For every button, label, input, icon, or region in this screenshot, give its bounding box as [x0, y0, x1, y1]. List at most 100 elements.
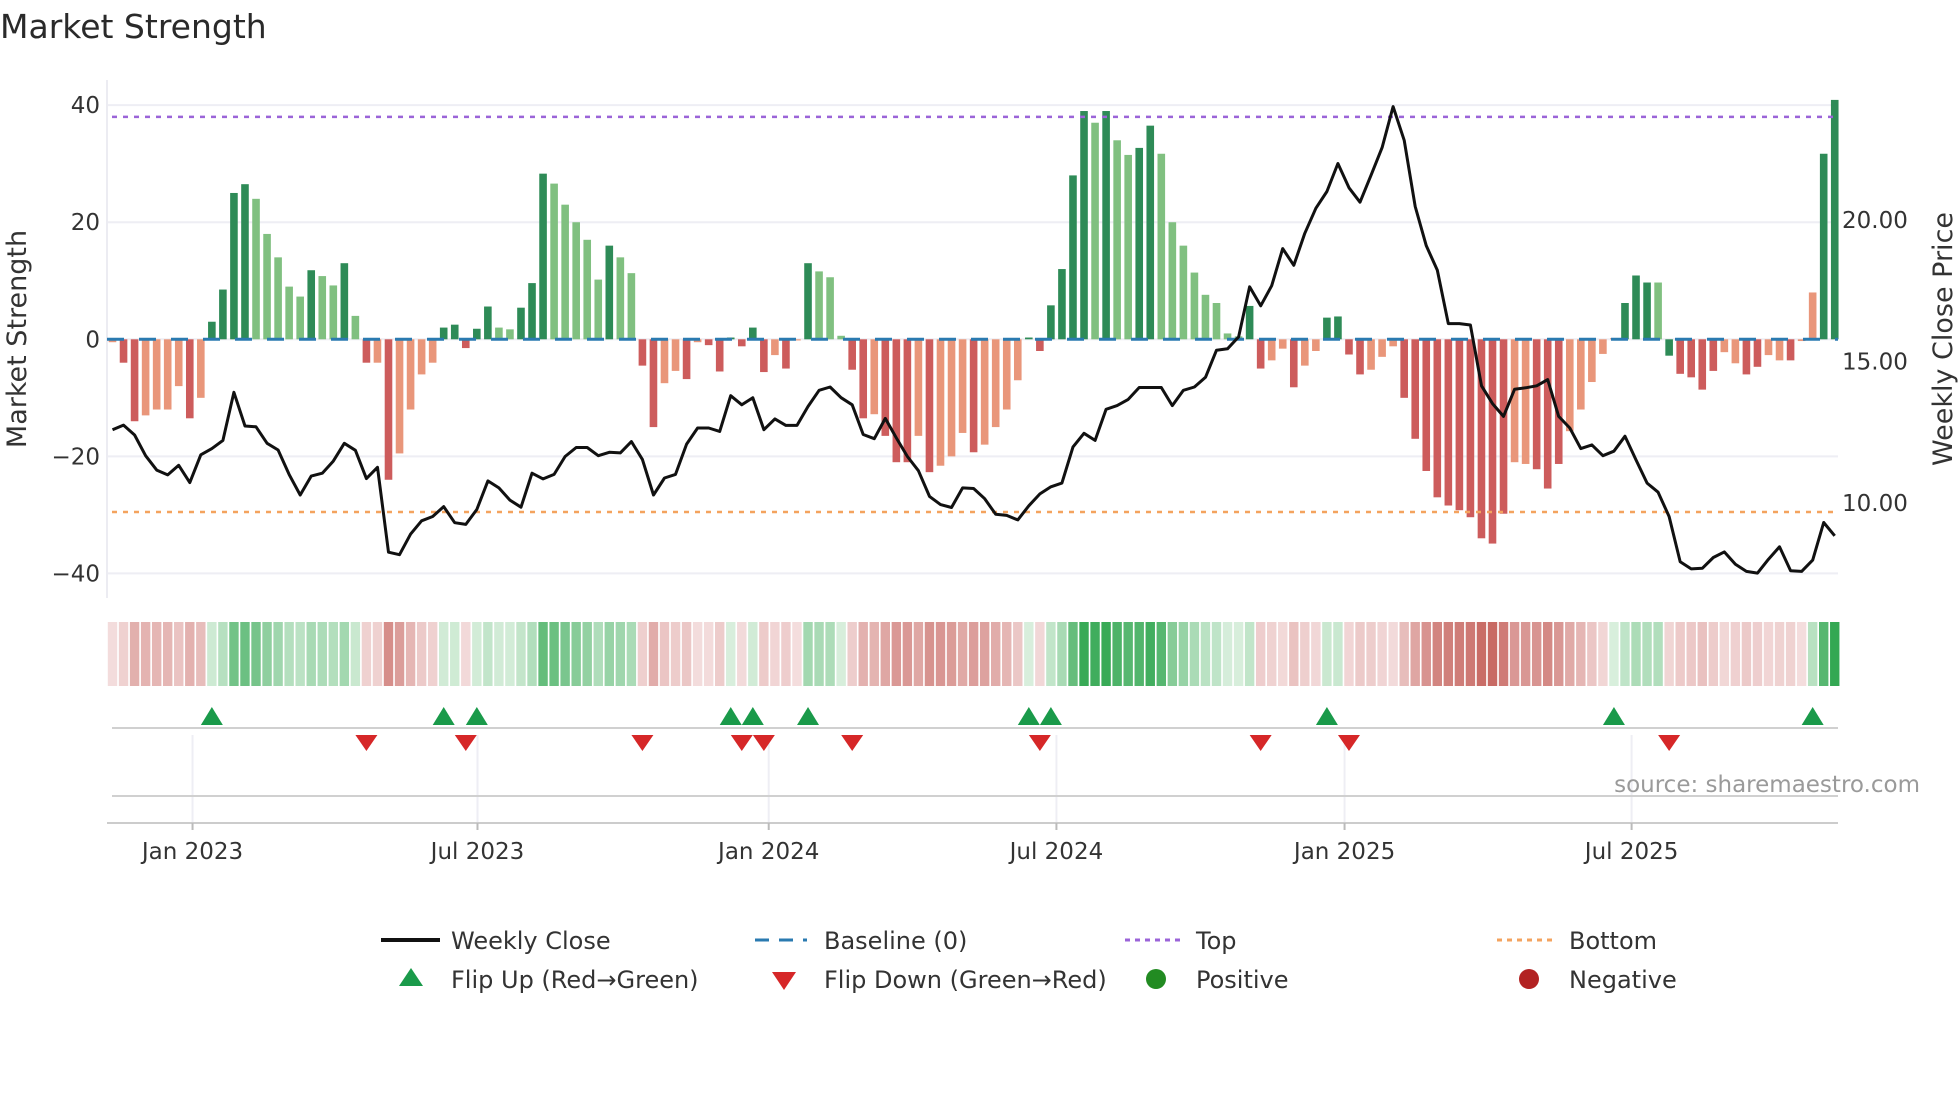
- legend: Weekly Close Baseline (0) Top Bottom Fli…: [381, 927, 1677, 994]
- strength-bar: [1301, 339, 1309, 366]
- flip-up-marker: [432, 707, 455, 725]
- flip-up-marker: [719, 707, 742, 725]
- strength-bar: [1554, 339, 1563, 464]
- strength-bar: [1367, 339, 1375, 370]
- strength-bar: [1256, 339, 1265, 369]
- x-tick-label: Jan 2024: [716, 839, 819, 865]
- heatmap-cell: [726, 622, 736, 686]
- strength-bar: [1245, 305, 1254, 340]
- strength-bar: [1808, 292, 1817, 340]
- legend-item-positive[interactable]: Positive: [1146, 966, 1289, 994]
- heatmap-cell: [1255, 622, 1266, 686]
- heatmap-cell: [1454, 622, 1465, 686]
- heatmap-cell: [306, 622, 316, 686]
- strength-bar: [1345, 339, 1353, 355]
- heatmap-cell: [1642, 622, 1652, 686]
- strength-bar: [991, 339, 1000, 428]
- strength-bar: [980, 339, 989, 445]
- strength-bar: [737, 339, 746, 347]
- flip-up-marker: [741, 707, 764, 725]
- heatmap-cell: [1763, 622, 1774, 686]
- heatmap-cell: [1819, 622, 1829, 686]
- heatmap-cell: [1598, 622, 1608, 686]
- strength-bar: [1444, 339, 1453, 506]
- heatmap-cell: [659, 622, 670, 686]
- heatmap-cell: [1134, 622, 1144, 686]
- strength-bar: [660, 339, 669, 384]
- strength-bar: [925, 339, 934, 473]
- strength-bar: [296, 296, 304, 340]
- legend-item-baseline[interactable]: Baseline (0): [755, 927, 967, 955]
- legend-item-flip-down[interactable]: Flip Down (Green→Red): [772, 966, 1107, 994]
- strength-bar: [1753, 339, 1762, 367]
- strength-bar: [1058, 269, 1066, 340]
- heatmap-cell: [737, 622, 747, 686]
- strength-bar: [351, 315, 360, 340]
- legend-item-negative[interactable]: Negative: [1519, 966, 1677, 994]
- heatmap-cell: [913, 622, 924, 686]
- heatmap-cell: [1156, 622, 1166, 686]
- heatmap-cell: [1432, 622, 1442, 686]
- strength-bar: [583, 239, 592, 340]
- heatmap-cell: [1675, 622, 1685, 686]
- legend-item-bottom[interactable]: Bottom: [1497, 927, 1657, 955]
- heatmap-cell: [129, 622, 140, 686]
- heatmap-cell: [1620, 622, 1630, 686]
- strength-bar: [671, 339, 680, 371]
- strength-bar: [1577, 339, 1585, 410]
- legend-label: Weekly Close: [451, 927, 611, 955]
- heatmap-cell: [715, 622, 725, 686]
- strength-bar: [903, 339, 912, 463]
- strength-bar: [1422, 339, 1431, 471]
- heatmap-cell: [1311, 622, 1321, 686]
- heatmap-cell: [185, 622, 195, 686]
- heatmap-cell: [1785, 622, 1796, 686]
- strength-bar: [1687, 339, 1696, 378]
- legend-item-weekly-close[interactable]: Weekly Close: [381, 927, 611, 955]
- heatmap-cell: [1587, 622, 1597, 686]
- strength-bar: [969, 339, 978, 453]
- heatmap-cell: [538, 622, 548, 686]
- heatmap-cell: [1807, 622, 1818, 686]
- strength-bar: [749, 327, 757, 340]
- strength-bar: [219, 289, 227, 340]
- strength-bar: [1532, 339, 1541, 470]
- heatmap-cell: [1145, 622, 1155, 686]
- heatmap-cell: [946, 622, 957, 686]
- heatmap-cell: [1631, 622, 1641, 686]
- heatmap-cell: [472, 622, 482, 686]
- flip-up-marker: [1315, 707, 1338, 725]
- flip-down-marker: [1028, 735, 1051, 751]
- strength-bar: [1543, 339, 1552, 489]
- heatmap-cell: [979, 622, 990, 686]
- strength-bar: [1312, 339, 1320, 351]
- heatmap-cell: [1399, 622, 1409, 686]
- legend-item-top[interactable]: Top: [1125, 927, 1237, 955]
- strength-bar: [1289, 339, 1298, 388]
- x-tick-label: Jan 2023: [140, 839, 243, 865]
- heatmap-cell: [1233, 622, 1244, 686]
- y-tick-label: 40: [71, 93, 100, 119]
- strength-bar: [638, 339, 647, 366]
- heatmap-cell: [648, 622, 659, 686]
- strength-bar: [130, 339, 139, 422]
- strength-bar: [859, 339, 868, 419]
- strength-bar: [1102, 111, 1110, 340]
- heatmap-cell: [1531, 622, 1542, 686]
- legend-item-flip-up[interactable]: Flip Up (Red→Green): [399, 966, 699, 994]
- y-tick-label: −40: [51, 561, 100, 587]
- heatmap-cell: [107, 622, 118, 686]
- heatmap-cell: [295, 622, 305, 686]
- heatmap-cell: [1344, 622, 1354, 686]
- flip-down-marker: [454, 735, 477, 751]
- strength-bar: [1433, 339, 1442, 498]
- y-axis-ticks: 40 20 0 −20 −40: [51, 93, 100, 587]
- heatmap-cell: [759, 622, 769, 686]
- strength-bar: [1113, 140, 1121, 340]
- strength-bar: [1588, 339, 1596, 383]
- heatmap-cell: [803, 622, 813, 686]
- flip-up-marker: [200, 707, 223, 725]
- legend-label: Negative: [1569, 966, 1677, 994]
- strength-bar: [1157, 153, 1166, 340]
- y2-tick-label: 15.00: [1842, 349, 1908, 375]
